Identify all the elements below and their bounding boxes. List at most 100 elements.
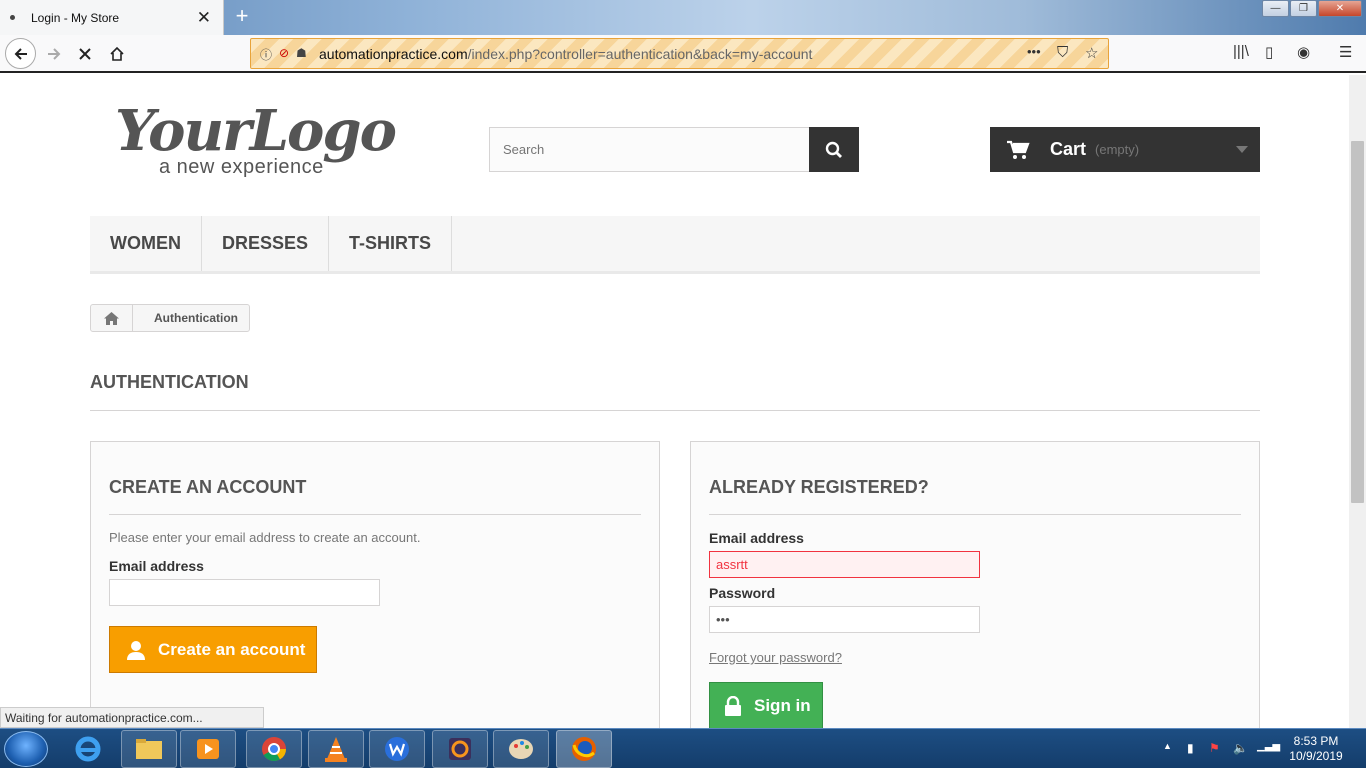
wps-office-icon[interactable] [369,730,425,768]
system-clock[interactable]: 8:53 PM 10/9/2019 [1284,734,1348,764]
paint-icon[interactable] [493,730,549,768]
sidebar-icon[interactable]: ▯ [1265,43,1273,61]
windows-taskbar: ▲ ▮ ⚑ 🔈 ▁▃▅ 8:53 PM 10/9/2019 [0,728,1366,768]
menu-item-dresses[interactable]: DRESSES [202,216,330,271]
tab-title: Login - My Store [31,10,120,25]
login-email-label: Email address [709,530,804,546]
clock-date: 10/9/2019 [1289,749,1343,763]
browser-status-bar: Waiting for automationpractice.com... [0,707,264,728]
login-password-input[interactable] [709,606,980,633]
url-path: /index.php?controller=authentication&bac… [467,46,813,62]
logo-main-text: YourLogo [115,98,397,164]
logo-tagline: a new experience [159,156,324,178]
palette-icon [509,739,533,759]
close-tab-icon[interactable]: ✕ [197,8,211,28]
menu-hamburger-icon[interactable]: ☰ [1339,43,1352,61]
cart-label: Cart [1050,139,1087,159]
start-button[interactable] [4,731,48,767]
page-actions-icon[interactable]: ••• [1027,44,1041,59]
lock-icon [725,695,741,716]
stop-button[interactable] [71,40,99,68]
bookmark-star-icon[interactable]: ☆ [1085,44,1098,62]
menu-item-women[interactable]: WOMEN [90,216,202,271]
url-text[interactable]: automationpractice.com/index.php?control… [319,46,812,62]
create-email-label: Email address [109,558,204,574]
breadcrumb-current: Authentication [154,311,238,325]
minimize-window-button[interactable]: — [1262,0,1289,17]
media-player-icon[interactable] [180,730,236,768]
menu-item-tshirts[interactable]: T-SHIRTS [329,216,453,271]
stop-x-icon [79,48,91,60]
chevron-down-icon [1236,146,1248,153]
tracking-protection-icon[interactable]: ⊘ [279,46,289,60]
login-password-label: Password [709,585,776,601]
create-account-button[interactable]: Create an account [109,626,317,673]
browser-navbar: ⓘ ⊘ ☗ automationpractice.com/index.php?c… [0,35,1366,73]
login-form: ALREADY REGISTERED? Email address Passwo… [690,441,1260,731]
clock-time: 8:53 PM [1293,734,1339,748]
library-icon[interactable]: |||\ [1233,43,1249,60]
home-icon [110,46,124,61]
traffic-cone-icon [325,737,347,762]
store-logo[interactable]: YourLogo a new experience [115,100,405,182]
browser-tab-active[interactable]: Login - My Store ✕ [0,0,224,35]
info-icon[interactable]: ⓘ [260,46,272,63]
ie-logo-icon [75,736,101,762]
network-signal-icon[interactable]: ▁▃▅ [1257,741,1280,752]
shopping-cart-icon [1007,140,1030,159]
forgot-password-link[interactable]: Forgot your password? [709,650,842,665]
search-input[interactable] [489,127,810,172]
eclipse-logo-icon [449,738,471,760]
login-heading: ALREADY REGISTERED? [709,477,1241,515]
sign-in-button-label: Sign in [754,695,811,715]
search-icon [825,141,842,158]
action-center-icon[interactable]: ⚑ [1209,741,1220,755]
remote-control-icon[interactable]: ☗ [296,46,307,60]
forward-button[interactable] [40,40,68,68]
arrow-right-icon [48,48,61,60]
breadcrumb-home[interactable] [91,305,133,331]
search-button[interactable] [809,127,859,172]
battery-icon[interactable]: ▮ [1187,741,1194,755]
chrome-logo-icon [262,737,286,762]
create-account-form: CREATE AN ACCOUNT Please enter your emai… [90,441,660,731]
vlc-icon[interactable] [308,730,364,768]
url-domain: automationpractice.com [319,46,468,62]
pocket-icon[interactable]: ⛉ [1057,44,1068,61]
w-logo-icon [385,737,409,761]
home-icon [104,311,119,325]
eclipse-java-ee-icon[interactable] [432,730,488,768]
internet-explorer-icon[interactable] [60,730,116,768]
new-tab-button[interactable]: + [232,4,252,28]
chrome-icon[interactable] [246,730,302,768]
back-button[interactable] [5,38,36,69]
create-account-intro: Please enter your email address to creat… [109,530,421,545]
create-account-button-label: Create an account [158,639,306,659]
volume-icon[interactable]: 🔈 [1233,741,1248,755]
page-title: AUTHENTICATION [90,372,1260,411]
create-email-input[interactable] [109,579,380,606]
play-icon [197,739,219,759]
close-window-button[interactable]: ✕ [1318,0,1362,17]
account-icon[interactable]: ◉ [1297,43,1310,61]
loading-indicator-icon [10,15,15,20]
create-account-heading: CREATE AN ACCOUNT [109,477,641,515]
scrollbar-thumb[interactable] [1351,141,1364,503]
url-bar[interactable]: ⓘ ⊘ ☗ automationpractice.com/index.php?c… [250,38,1109,69]
login-email-input[interactable] [709,551,980,578]
firefox-icon[interactable] [556,730,612,768]
cart-status: (empty) [1095,142,1140,157]
arrow-left-icon [14,47,27,60]
page-scrollbar[interactable] [1349,75,1366,728]
sign-in-button[interactable]: Sign in [709,682,823,729]
window-controls: — ❐ ✕ [1261,0,1362,17]
main-menu: WOMEN DRESSES T-SHIRTS [90,216,1260,274]
maximize-window-button[interactable]: ❐ [1290,0,1317,17]
cart-button[interactable]: Cart (empty) [990,127,1260,172]
browser-tabbar: Login - My Store ✕ + — ❐ ✕ [0,0,1366,35]
file-explorer-icon[interactable] [121,730,177,768]
user-icon [127,640,145,660]
home-button[interactable] [103,40,131,68]
firefox-logo-icon [572,737,596,761]
show-hidden-icons-icon[interactable]: ▲ [1163,741,1172,751]
